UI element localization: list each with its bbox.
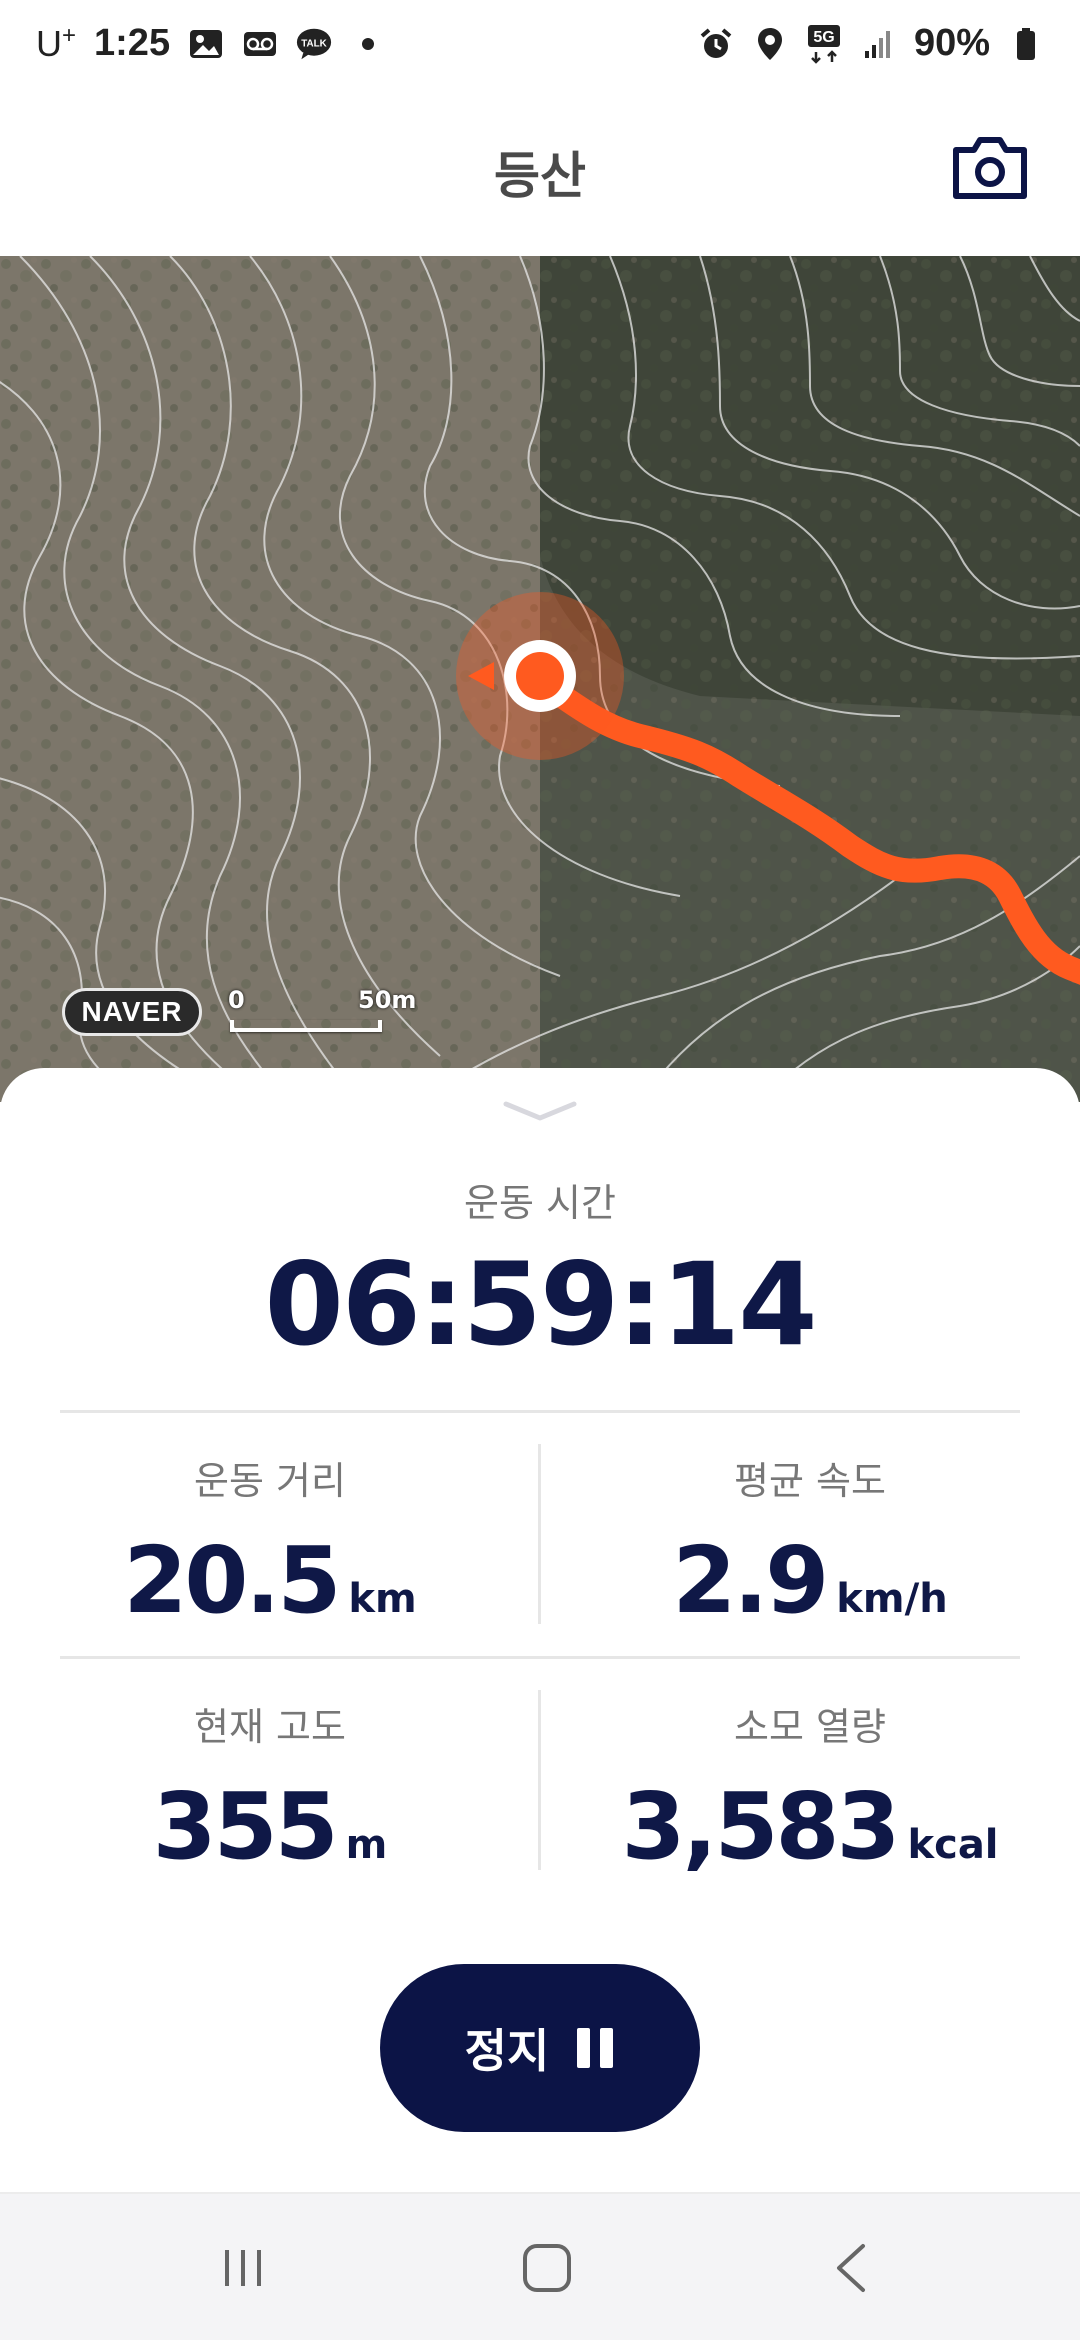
home-icon xyxy=(523,2244,571,2292)
chevron-down-icon xyxy=(503,1101,577,1121)
camera-icon xyxy=(953,137,1027,199)
naver-logo: NAVER xyxy=(62,988,202,1036)
altitude-unit: m xyxy=(345,1822,388,1868)
map-scale: 0 50m xyxy=(228,986,416,1046)
battery-icon xyxy=(1008,26,1044,62)
status-bar: U+ 1:25 TALK 5G 90% xyxy=(0,0,1080,100)
calories-value: 3,583 xyxy=(621,1773,900,1880)
avg-speed-value: 2.9 xyxy=(672,1527,829,1634)
pause-icon xyxy=(577,2028,614,2068)
calories-stat: 소모 열량 3,583 kcal xyxy=(540,1696,1080,1880)
stop-button[interactable]: 정지 xyxy=(380,1964,700,2132)
collapse-handle[interactable] xyxy=(502,1100,578,1124)
back-button[interactable] xyxy=(816,2238,886,2298)
system-nav-bar xyxy=(0,2192,1080,2340)
location-icon xyxy=(752,26,788,62)
status-time: 1:25 xyxy=(94,22,171,64)
scale-bar xyxy=(230,1020,382,1032)
distance-label: 운동 거리 xyxy=(194,1459,346,1503)
signal-icon xyxy=(860,26,896,62)
app-header: 등산 xyxy=(0,100,1080,256)
scale-end-label: 50m xyxy=(358,986,417,1014)
gallery-icon xyxy=(188,26,224,62)
calories-unit: kcal xyxy=(907,1822,999,1868)
workout-time-label: 운동 시간 xyxy=(464,1181,616,1225)
distance-unit: km xyxy=(348,1576,417,1622)
distance-value: 20.5 xyxy=(123,1527,341,1634)
avg-speed-label: 평균 속도 xyxy=(734,1459,886,1503)
recent-apps-icon xyxy=(225,2250,261,2286)
page-title: 등산 xyxy=(494,147,586,205)
dot-icon xyxy=(350,26,386,62)
5g-icon: 5G xyxy=(806,24,842,64)
kakaotalk-icon: TALK xyxy=(296,26,332,62)
camera-button[interactable] xyxy=(952,134,1028,202)
calories-label: 소모 열량 xyxy=(734,1705,886,1749)
scale-start-label: 0 xyxy=(228,986,245,1014)
recent-apps-button[interactable] xyxy=(208,2238,278,2298)
divider xyxy=(60,1656,1020,1659)
back-icon xyxy=(837,2244,865,2292)
svg-text:TALK: TALK xyxy=(301,38,327,49)
altitude-label: 현재 고도 xyxy=(194,1705,346,1749)
avg-speed-stat: 평균 속도 2.9 km/h xyxy=(540,1450,1080,1634)
battery-percent: 90% xyxy=(913,22,990,64)
distance-stat: 운동 거리 20.5 km xyxy=(0,1450,540,1634)
altitude-stat: 현재 고도 355 m xyxy=(0,1696,540,1880)
svg-text:5G: 5G xyxy=(813,29,834,46)
map-canvas xyxy=(0,256,1080,1102)
home-button[interactable] xyxy=(512,2238,582,2298)
carrier-label: U+ xyxy=(36,22,77,64)
avg-speed-unit: km/h xyxy=(836,1576,948,1622)
voicemail-icon xyxy=(242,26,278,62)
stop-label: 정지 xyxy=(464,2024,550,2078)
altitude-value: 355 xyxy=(152,1773,339,1880)
divider xyxy=(60,1410,1020,1413)
map-view[interactable]: NAVER 0 50m xyxy=(0,256,1080,1102)
alarm-icon xyxy=(698,26,734,62)
workout-time-value: 06:59:14 xyxy=(264,1238,817,1371)
stats-panel: 운동 시간 06:59:14 운동 거리 20.5 km 평균 속도 2.9 k… xyxy=(0,1068,1080,2192)
